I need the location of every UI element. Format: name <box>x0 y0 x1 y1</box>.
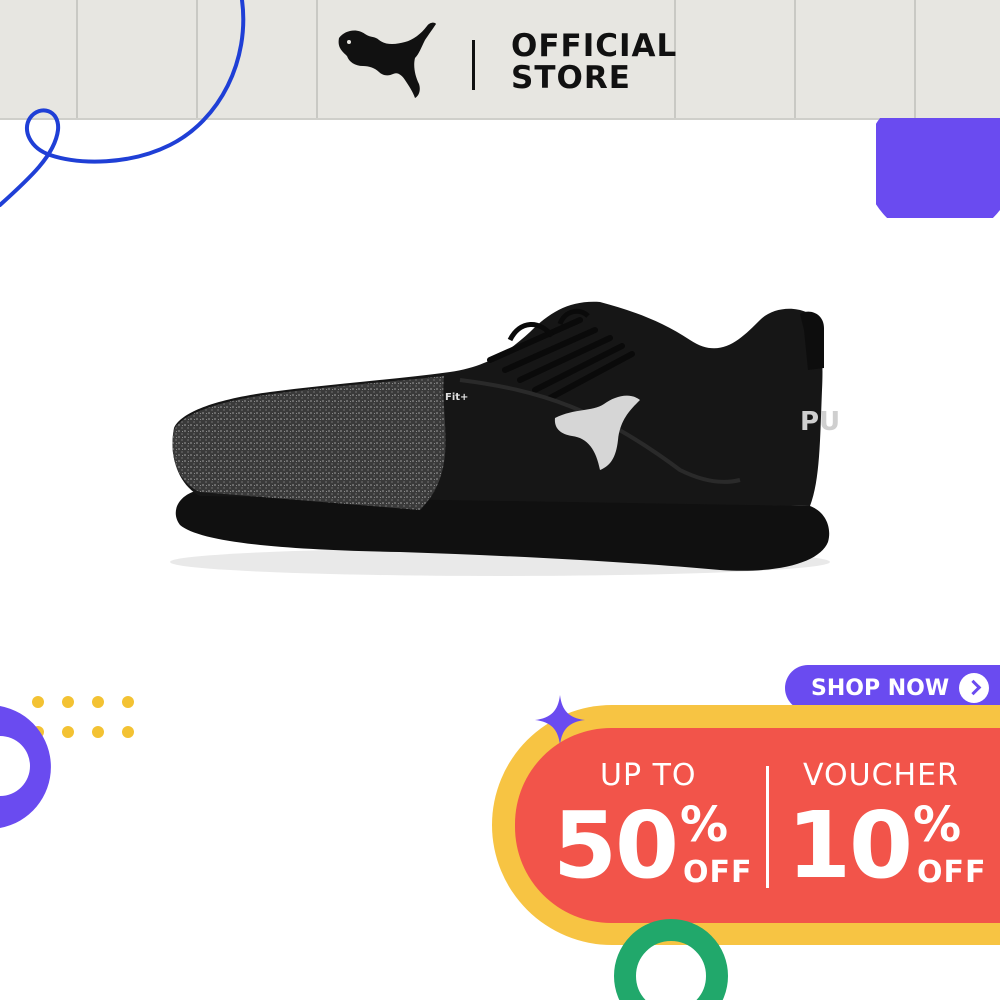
promo-voucher-percent: % <box>913 797 962 853</box>
store-label: STORE <box>511 60 631 96</box>
purple-semicircle-decoration <box>876 118 1000 218</box>
shoe-heel-text: PU <box>800 407 840 437</box>
logo-divider <box>472 40 475 90</box>
promo-voucher-value: 10 <box>787 792 913 899</box>
blue-loop-decoration <box>0 0 246 207</box>
shoe-fit-tag: Fit+ <box>445 392 468 403</box>
green-ring-decoration <box>614 919 728 1000</box>
header-grid-line <box>914 0 916 118</box>
promo-voucher: VOUCHER 10 % OFF <box>773 728 1000 923</box>
promo-voucher-off: OFF <box>917 855 987 890</box>
promo-discount-off: OFF <box>683 855 753 890</box>
header-grid-line <box>316 0 318 118</box>
shop-now-label: SHOP NOW <box>811 675 950 701</box>
chevron-right-icon <box>959 673 990 703</box>
purple-ring-decoration <box>0 706 51 828</box>
puma-cat-icon <box>338 22 436 98</box>
official-store-text: OFFICIAL STORE <box>511 30 677 94</box>
promo-discount-value: 50 <box>553 792 679 899</box>
promo-badge[interactable]: UP TO 50 % OFF VOUCHER 10 % OFF <box>515 728 1000 923</box>
promo-discount-percent: % <box>680 797 729 853</box>
promo-divider <box>766 766 769 888</box>
promo-discount-label: UP TO <box>600 758 697 793</box>
promo-discount: UP TO 50 % OFF <box>515 728 765 923</box>
promo-voucher-label: VOUCHER <box>803 758 959 793</box>
puma-official-store-logo[interactable]: OFFICIAL STORE <box>335 20 677 100</box>
official-label: OFFICIAL <box>511 28 678 64</box>
header-grid-line <box>794 0 796 118</box>
product-shoe-image[interactable]: Fit+ PU <box>160 280 850 600</box>
